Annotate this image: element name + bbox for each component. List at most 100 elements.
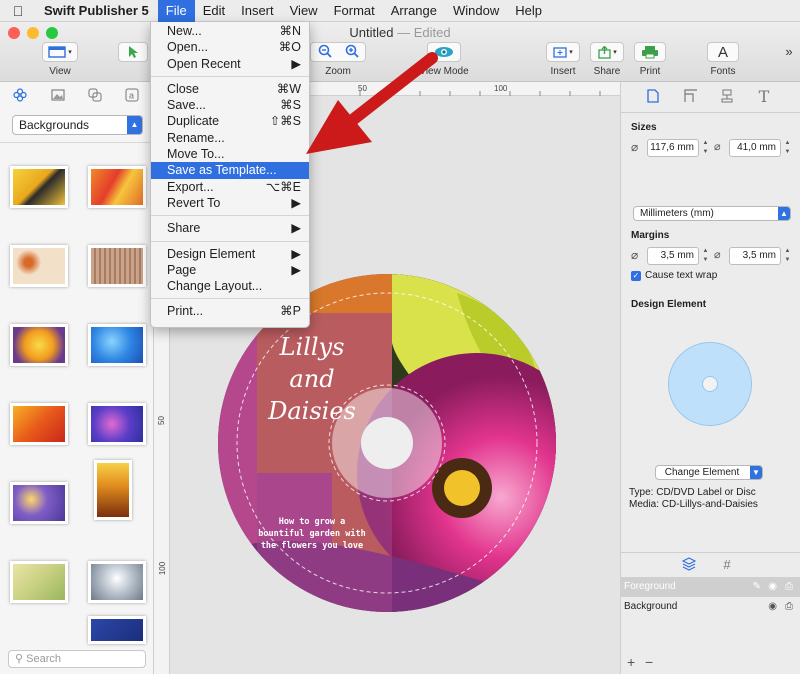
text-library-icon[interactable]: a xyxy=(124,87,140,103)
library-search-field[interactable]: ⚲ Search xyxy=(8,650,146,668)
menu-item-close[interactable]: Close ⌘W xyxy=(151,81,309,97)
layers-icon[interactable] xyxy=(681,556,697,572)
zoom-buttons[interactable] xyxy=(310,42,366,62)
app-name[interactable]: Swift Publisher 5 xyxy=(36,3,158,18)
background-thumbnail[interactable] xyxy=(88,616,146,644)
menu-view[interactable]: View xyxy=(282,0,326,22)
document-title: Untitled — Edited xyxy=(349,25,451,40)
zoom-tool[interactable]: Zoom xyxy=(310,42,366,77)
layout-guides-icon[interactable] xyxy=(683,88,699,104)
menu-item-share[interactable]: Share ▶ xyxy=(151,220,309,236)
text-inspector-icon[interactable]: T xyxy=(756,87,772,106)
menu-shortcut: ⌘N xyxy=(279,24,301,38)
menu-file[interactable]: File xyxy=(157,0,195,22)
margin-vertical-field[interactable]: 3,5 mm xyxy=(729,247,781,265)
printer-icon[interactable]: ⎙ xyxy=(785,597,793,617)
printer-icon[interactable]: ⎙ xyxy=(785,577,793,597)
menu-shortcut: ⌘S xyxy=(280,98,301,113)
menu-item-move-to[interactable]: Move To... xyxy=(151,146,309,162)
eye-icon[interactable]: ◉ xyxy=(768,597,777,617)
menu-item-export[interactable]: Export... ⌥⌘E xyxy=(151,179,309,195)
background-thumbnail[interactable] xyxy=(88,561,146,603)
pencil-icon[interactable]: ✎ xyxy=(753,577,761,597)
background-thumbnail[interactable] xyxy=(94,460,132,520)
menu-item-open[interactable]: Open... ⌘O xyxy=(151,39,309,55)
background-thumbnail[interactable] xyxy=(10,245,68,287)
print-tool[interactable]: Print xyxy=(634,42,666,77)
eye-icon[interactable] xyxy=(427,42,461,62)
font-a-icon[interactable]: A xyxy=(707,42,739,62)
menu-item-rename[interactable]: Rename... xyxy=(151,130,309,146)
height-field[interactable]: 41,0 mm xyxy=(729,139,781,157)
menu-item-open-recent[interactable]: Open Recent ▶ xyxy=(151,56,309,72)
margin-horizontal-field[interactable]: 3,5 mm xyxy=(647,247,699,265)
view-tool[interactable]: ▾ View xyxy=(40,42,80,77)
menu-item-duplicate[interactable]: Duplicate ⇧⌘S xyxy=(151,113,309,129)
menu-item-label: Open... xyxy=(167,40,208,55)
units-select[interactable]: Millimeters (mm) ▲ xyxy=(633,206,791,221)
menu-item-new[interactable]: New... ⌘N xyxy=(151,23,309,39)
remove-layer-button[interactable]: − xyxy=(645,654,653,670)
flower-icon[interactable] xyxy=(12,87,28,103)
view-mode-tool[interactable]: View Mode xyxy=(414,42,474,77)
background-thumbnail[interactable] xyxy=(88,245,146,287)
menu-item-design-element[interactable]: Design Element ▶ xyxy=(151,246,309,262)
background-thumbnail[interactable] xyxy=(88,403,146,445)
apple-icon[interactable]:  xyxy=(0,3,36,19)
menu-item-label: Revert To xyxy=(167,195,221,210)
menu-window[interactable]: Window xyxy=(445,0,507,22)
layer-row-background[interactable]: Background ◉ ⎙ xyxy=(621,597,800,617)
menu-item-revert-to[interactable]: Revert To ▶ xyxy=(151,195,309,211)
background-thumbnail[interactable] xyxy=(10,166,68,208)
menu-item-change-layout[interactable]: Change Layout... xyxy=(151,278,309,294)
menu-item-save[interactable]: Save... ⌘S xyxy=(151,97,309,113)
insert-tool[interactable]: ▾ Insert xyxy=(544,42,582,77)
styles-icon[interactable] xyxy=(719,88,735,104)
background-thumbnail[interactable] xyxy=(88,324,146,366)
svg-text:a: a xyxy=(129,91,134,101)
margin-vertical-stepper[interactable]: ▲ ▼ xyxy=(783,247,792,265)
background-thumbnail[interactable] xyxy=(10,482,68,524)
width-field[interactable]: 117,6 mm xyxy=(647,139,699,157)
document-icon[interactable] xyxy=(645,88,661,104)
category-select-value: Backgrounds xyxy=(19,118,90,132)
grid-icon[interactable]: # xyxy=(719,556,735,572)
add-layer-button[interactable]: + xyxy=(627,654,635,670)
background-thumbnail[interactable] xyxy=(10,561,68,603)
background-thumbnail[interactable] xyxy=(10,403,68,445)
menu-item-save-as-template[interactable]: Save as Template... xyxy=(151,162,309,179)
arrow-cursor-icon[interactable] xyxy=(118,42,148,62)
fonts-tool[interactable]: A Fonts xyxy=(706,42,740,77)
toolbar-overflow-button[interactable]: » xyxy=(782,44,796,59)
menu-help[interactable]: Help xyxy=(507,0,550,22)
menu-edit[interactable]: Edit xyxy=(195,0,233,22)
menu-insert[interactable]: Insert xyxy=(233,0,282,22)
share-tool[interactable]: ▾ Share xyxy=(589,42,625,77)
ruler-label: 100 xyxy=(158,561,168,576)
pointer-tool[interactable] xyxy=(118,42,148,66)
menu-arrange[interactable]: Arrange xyxy=(383,0,445,22)
image-icon[interactable] xyxy=(50,87,66,103)
menu-item-print[interactable]: Print... ⌘P xyxy=(151,303,309,319)
layer-row-foreground[interactable]: Foreground ✎ ◉ ⎙ xyxy=(621,577,800,597)
shapes-icon[interactable] xyxy=(87,87,103,103)
view-sidebar-icon[interactable]: ▾ xyxy=(42,42,78,62)
inspector-panel: T Sizes ⌀ 117,6 mm ▲ ▼ ⌀ 41,0 mm ▲ ▼ Milli… xyxy=(620,82,800,674)
select-arrows-icon: ▲ xyxy=(127,116,142,134)
insert-icon[interactable]: ▾ xyxy=(546,42,580,62)
change-element-button[interactable]: Change Element ▼ xyxy=(655,465,763,480)
margin-horizontal-stepper[interactable]: ▲ ▼ xyxy=(701,247,710,265)
background-thumbnail[interactable] xyxy=(10,324,68,366)
width-stepper[interactable]: ▲ ▼ xyxy=(701,139,710,157)
zoom-in-icon[interactable] xyxy=(345,44,359,61)
menu-item-page[interactable]: Page ▶ xyxy=(151,262,309,278)
share-icon[interactable]: ▾ xyxy=(590,42,624,62)
menu-format[interactable]: Format xyxy=(326,0,383,22)
background-thumbnail[interactable] xyxy=(88,166,146,208)
height-stepper[interactable]: ▲ ▼ xyxy=(783,139,792,157)
printer-icon[interactable] xyxy=(634,42,666,62)
cause-text-wrap-checkbox[interactable]: ✓ xyxy=(631,271,641,281)
category-select[interactable]: Backgrounds ▲ xyxy=(12,115,143,135)
eye-icon[interactable]: ◉ xyxy=(768,577,777,597)
zoom-out-icon[interactable] xyxy=(318,44,332,61)
